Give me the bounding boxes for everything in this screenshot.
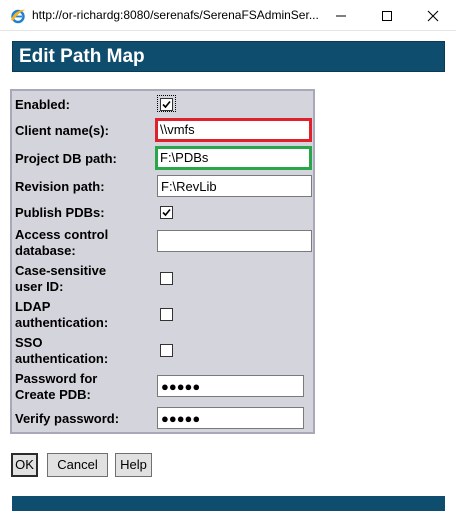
revision-field[interactable]: F:\RevLib (157, 175, 312, 197)
ldap-label-1: LDAP (15, 299, 51, 314)
publish-checkbox[interactable] (160, 206, 173, 219)
verify-label: Verify password: (15, 411, 120, 426)
password-label-2: Create PDB: (15, 387, 91, 402)
window-url: http://or-richardg:8080/serenafs/SerenaF… (32, 8, 319, 22)
access-label-2: database: (15, 243, 76, 258)
sso-label-2: authentication: (15, 351, 109, 366)
enabled-label: Enabled: (15, 97, 70, 112)
case-label-2: user ID: (15, 279, 64, 294)
sso-checkbox[interactable] (160, 344, 173, 357)
enabled-checkbox[interactable] (160, 98, 173, 111)
password-label-1: Password for (15, 371, 98, 386)
access-field[interactable] (157, 230, 312, 252)
verify-field[interactable]: ●●●●● (157, 407, 304, 429)
window-titlebar: http://or-richardg:8080/serenafs/SerenaF… (0, 0, 456, 31)
access-label-1: Access control (15, 227, 109, 242)
help-button[interactable]: Help (115, 453, 152, 477)
maximize-icon[interactable] (364, 0, 410, 31)
footer-bar (12, 496, 445, 511)
minimize-icon[interactable] (318, 0, 364, 31)
form-panel: Enabled: Client name(s): \\vmfs Project … (10, 89, 315, 434)
ok-button[interactable]: OK (11, 453, 38, 477)
publish-label: Publish PDBs: (15, 205, 105, 220)
client-name-field[interactable]: \\vmfs (155, 118, 312, 142)
page-title: Edit Path Map (12, 41, 445, 72)
revision-label: Revision path: (15, 179, 105, 194)
client-name-label: Client name(s): (15, 123, 109, 138)
cancel-button[interactable]: Cancel (47, 453, 108, 477)
ie-icon (10, 8, 26, 24)
project-db-label: Project DB path: (15, 151, 117, 166)
case-checkbox[interactable] (160, 272, 173, 285)
ldap-checkbox[interactable] (160, 308, 173, 321)
ldap-label-2: authentication: (15, 315, 109, 330)
project-db-field[interactable]: F:\PDBs (155, 146, 312, 170)
sso-label-1: SSO (15, 335, 43, 350)
case-label-1: Case-sensitive (15, 263, 107, 278)
password-field[interactable]: ●●●●● (157, 375, 304, 397)
close-icon[interactable] (410, 0, 456, 31)
